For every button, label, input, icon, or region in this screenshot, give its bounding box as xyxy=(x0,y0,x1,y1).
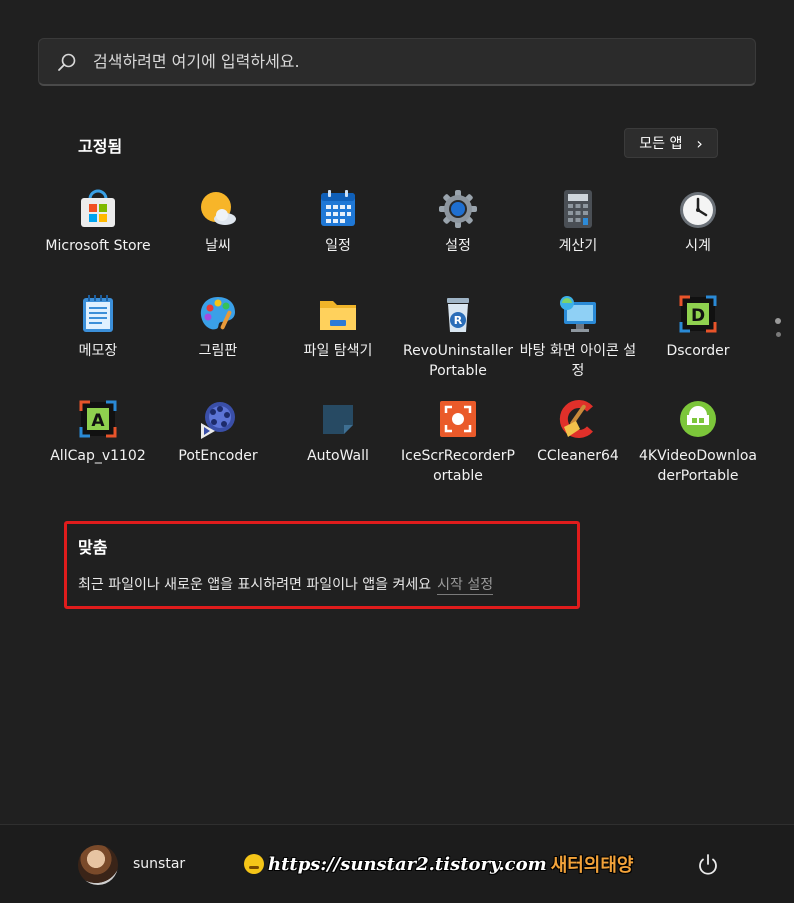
watermark-url: https://sunstar2.tistory.com xyxy=(268,853,547,875)
app-label: 일정 xyxy=(325,238,351,254)
app-label: 계산기 xyxy=(558,238,598,254)
avatar[interactable] xyxy=(78,845,118,885)
app-4kvideodownloader[interactable]: 4KVideoDownloaderPortable xyxy=(638,390,758,495)
recommended-message: 최근 파일이나 새로운 앱을 표시하려면 파일이나 앱을 켜세요 시작 설정 xyxy=(78,574,494,595)
app-clock[interactable]: 시계 xyxy=(638,180,758,285)
svg-text:R: R xyxy=(454,314,463,327)
weather-icon xyxy=(197,188,239,230)
app-ccleaner[interactable]: CCleaner64 xyxy=(518,390,638,495)
app-revo-uninstaller[interactable]: R RevoUninstallerPortable xyxy=(398,285,518,390)
app-label: AutoWall xyxy=(307,448,369,464)
film-reel-icon xyxy=(197,398,239,440)
microsoft-store-icon xyxy=(77,188,119,230)
page-indicator[interactable] xyxy=(775,318,781,345)
desktop-monitor-icon xyxy=(557,293,599,335)
app-potencoder[interactable]: PotEncoder xyxy=(158,390,278,495)
dscorder-icon: D xyxy=(677,293,719,335)
search-input[interactable] xyxy=(91,51,755,72)
settings-gear-icon xyxy=(437,188,479,230)
clock-icon xyxy=(677,188,719,230)
app-label: AllCap_v1102 xyxy=(50,448,146,464)
ccleaner-icon xyxy=(557,398,599,440)
autowall-icon xyxy=(317,398,359,440)
power-icon[interactable] xyxy=(696,853,720,877)
app-calculator[interactable]: 계산기 xyxy=(518,180,638,285)
watermark-name: 새터의태양 xyxy=(550,855,634,876)
app-label: 날씨 xyxy=(205,238,231,254)
screen-recorder-icon xyxy=(437,398,479,440)
pinned-apps-grid: Microsoft Store 날씨 일정 설정 계산기 시계 메모장 그림판 … xyxy=(38,180,758,495)
all-apps-label: 모든 앱 xyxy=(639,136,683,152)
start-footer: sunstar https://sunstar2.tistory.com 새터의… xyxy=(0,824,794,903)
recommended-text: 최근 파일이나 새로운 앱을 표시하려면 파일이나 앱을 켜세요 xyxy=(78,577,432,593)
app-label: CCleaner64 xyxy=(537,448,619,464)
app-label: Dscorder xyxy=(666,343,730,359)
search-box[interactable] xyxy=(38,38,756,86)
all-apps-button[interactable]: 모든 앱 › xyxy=(624,128,718,158)
app-label: 시계 xyxy=(685,238,711,254)
revo-uninstaller-icon: R xyxy=(437,293,479,335)
app-allcap[interactable]: A AllCap_v1102 xyxy=(38,390,158,495)
notepad-icon xyxy=(77,293,119,335)
app-dscorder[interactable]: D Dscorder xyxy=(638,285,758,390)
emoji-face-icon xyxy=(244,854,264,874)
app-autowall[interactable]: AutoWall xyxy=(278,390,398,495)
recommended-title: 맞춤 xyxy=(78,538,108,557)
search-icon xyxy=(58,53,76,71)
app-label: RevoUninstallerPortable xyxy=(403,343,513,379)
app-notepad[interactable]: 메모장 xyxy=(38,285,158,390)
app-paint[interactable]: 그림판 xyxy=(158,285,278,390)
app-label: 파일 탐색기 xyxy=(303,343,373,359)
app-settings[interactable]: 설정 xyxy=(398,180,518,285)
app-microsoft-store[interactable]: Microsoft Store xyxy=(38,180,158,285)
page-dot[interactable] xyxy=(775,332,781,337)
video-downloader-icon xyxy=(677,398,719,440)
watermark: https://sunstar2.tistory.com 새터의태양 xyxy=(244,851,634,877)
app-label: 설정 xyxy=(445,238,471,254)
allcap-icon: A xyxy=(77,398,119,440)
app-desktop-icon-settings[interactable]: 바탕 화면 아이콘 설정 xyxy=(518,285,638,390)
calendar-icon xyxy=(317,188,359,230)
app-label: Microsoft Store xyxy=(45,238,151,254)
username[interactable]: sunstar xyxy=(133,856,185,872)
calculator-icon xyxy=(557,188,599,230)
app-label: PotEncoder xyxy=(178,448,258,464)
app-weather[interactable]: 날씨 xyxy=(158,180,278,285)
app-label: 바탕 화면 아이콘 설정 xyxy=(519,343,637,379)
svg-text:D: D xyxy=(691,306,705,326)
folder-icon xyxy=(317,293,359,335)
app-file-explorer[interactable]: 파일 탐색기 xyxy=(278,285,398,390)
app-label: 그림판 xyxy=(198,343,238,359)
app-label: 4KVideoDownloaderPortable xyxy=(639,448,758,484)
start-settings-link[interactable]: 시작 설정 xyxy=(437,577,494,595)
recommended-highlight-box xyxy=(64,521,580,609)
app-calendar[interactable]: 일정 xyxy=(278,180,398,285)
paint-palette-icon xyxy=(197,293,239,335)
chevron-right-icon: › xyxy=(696,133,703,153)
app-label: IceScrRecorderPortable xyxy=(401,448,515,484)
page-dot-active[interactable] xyxy=(775,318,781,324)
app-label: 메모장 xyxy=(78,343,118,359)
pinned-title: 고정됨 xyxy=(78,137,123,156)
app-icescrrecorder[interactable]: IceScrRecorderPortable xyxy=(398,390,518,495)
svg-text:A: A xyxy=(91,411,105,431)
